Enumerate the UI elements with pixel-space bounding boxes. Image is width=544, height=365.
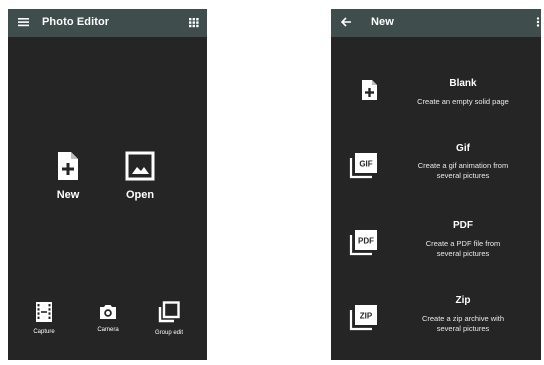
camera-label: Camera [97, 327, 119, 333]
gif-icon-text: GIF [359, 160, 372, 169]
option-description: Create a zip archive with several pictur… [421, 314, 505, 333]
grid-icon[interactable] [188, 15, 200, 34]
capture-label: Capture [33, 329, 55, 335]
app-title: Photo Editor [42, 16, 110, 28]
group-edit-button[interactable]: Group edit [141, 301, 197, 336]
option-description: Create a PDF file from several pictures [425, 239, 501, 258]
camera-icon [80, 304, 136, 320]
option-pdf[interactable]: PDF PDF Create a PDF file from several p… [331, 214, 541, 288]
menu-icon[interactable] [17, 15, 31, 34]
capture-button[interactable]: Capture [16, 302, 72, 335]
zip-icon-text: ZIP [360, 312, 373, 321]
film-icon [16, 302, 72, 322]
pdf-icon-text: PDF [358, 237, 374, 246]
option-title: PDF [453, 220, 473, 231]
option-zip[interactable]: ZIP Zip Create a zip archive with severa… [331, 288, 541, 360]
option-blank[interactable]: Blank Create an empty solid page [331, 64, 541, 138]
new-file-icon [361, 79, 378, 106]
photo-editor-screen: Photo Editor New Open Capture Camera Gro… [8, 9, 207, 360]
pdf-icon: PDF [349, 228, 379, 261]
option-gif[interactable]: GIF Gif Create a gif animation from seve… [331, 138, 541, 212]
group-edit-label: Group edit [154, 330, 184, 336]
option-title: Gif [456, 143, 470, 154]
zip-icon: ZIP [349, 303, 379, 336]
back-arrow-icon[interactable] [339, 15, 353, 34]
layers-icon [141, 301, 197, 323]
camera-button[interactable]: Camera [80, 304, 136, 333]
open-button[interactable]: Open [112, 151, 168, 201]
app-bar: New [331, 9, 541, 37]
screen-title: New [371, 16, 394, 28]
app-bar: Photo Editor [8, 9, 207, 37]
option-title: Blank [449, 78, 477, 89]
new-document-screen: New Blank Create an empty solid page GIF… [331, 9, 541, 360]
new-file-icon [40, 151, 96, 181]
option-description: Create an empty solid page [417, 97, 509, 106]
new-label: New [56, 189, 80, 201]
more-vert-icon[interactable] [535, 15, 541, 34]
option-title: Zip [455, 295, 471, 306]
open-label: Open [125, 189, 155, 201]
new-button[interactable]: New [40, 151, 96, 201]
option-description: Create a gif animation from several pict… [417, 161, 509, 180]
image-icon [112, 151, 168, 181]
gif-icon: GIF [349, 151, 379, 184]
